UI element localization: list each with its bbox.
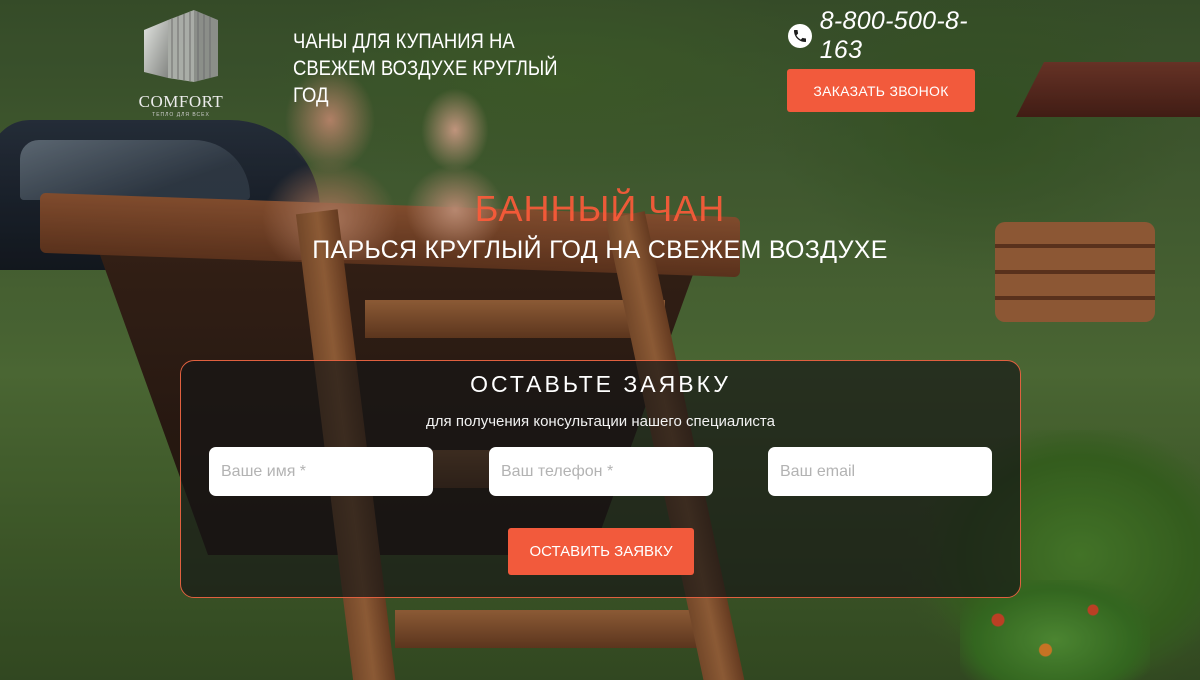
email-input[interactable] bbox=[768, 447, 992, 496]
header-tagline: ЧАНЫ ДЛЯ КУПАНИЯ НА СВЕЖЕМ ВОЗДУХЕ КРУГЛ… bbox=[293, 30, 558, 107]
request-form-panel: ОСТАВЬТЕ ЗАЯВКУ для получения консультац… bbox=[180, 360, 1021, 598]
name-input[interactable] bbox=[209, 447, 433, 496]
hero-subtitle: ПАРЬСЯ КРУГЛЫЙ ГОД НА СВЕЖЕМ ВОЗДУХЕ bbox=[312, 236, 888, 264]
phone-number[interactable]: 8-800-500-8-163 bbox=[820, 7, 1008, 65]
logo[interactable]: COMFORT ТЕПЛО ДЛЯ ВСЕХ bbox=[126, 6, 236, 118]
hero-title: БАННЫЙ ЧАН bbox=[474, 188, 726, 229]
logo-wordmark: COMFORT bbox=[138, 92, 224, 111]
phone-contact[interactable]: 8-800-500-8-163 bbox=[788, 7, 1008, 64]
form-title: ОСТАВЬТЕ ЗАЯВКУ bbox=[470, 371, 731, 397]
request-callback-button[interactable]: ЗАКАЗАТЬ ЗВОНОК bbox=[787, 69, 975, 112]
form-subtitle: для получения консультации нашего специа… bbox=[426, 413, 775, 430]
logo-subline: ТЕПЛО ДЛЯ ВСЕХ bbox=[152, 112, 210, 118]
logo-building-icon bbox=[144, 10, 218, 82]
submit-request-button[interactable]: ОСТАВИТЬ ЗАЯВКУ bbox=[508, 528, 694, 575]
phone-icon bbox=[788, 24, 812, 48]
phone-input[interactable] bbox=[489, 447, 713, 496]
